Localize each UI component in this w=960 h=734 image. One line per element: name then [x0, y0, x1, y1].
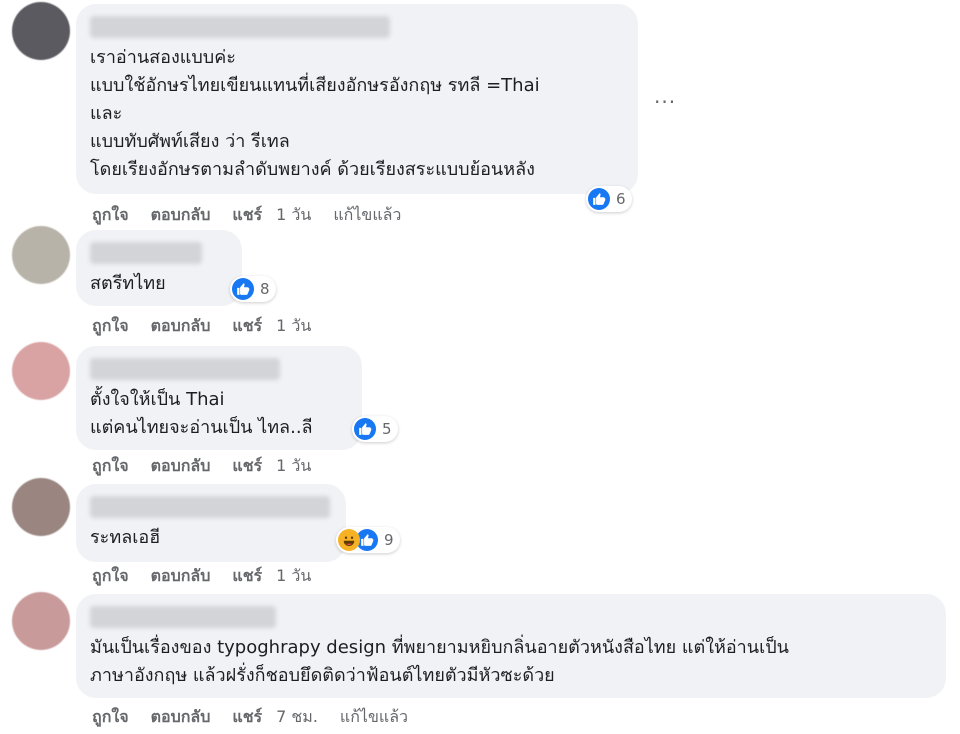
- commenter-name[interactable]: [90, 358, 280, 380]
- commenter-name[interactable]: [90, 606, 276, 628]
- edited-label: แก้ไขแล้ว: [333, 205, 402, 224]
- comment-bubble: เราอ่านสองแบบค่ะ แบบใช้อักษรไทยเขียนแทนท…: [76, 4, 638, 194]
- share-button[interactable]: แชร์: [232, 454, 262, 479]
- share-button[interactable]: แชร์: [232, 314, 262, 339]
- reaction-count: 9: [384, 531, 394, 549]
- comment-text-line: และ: [90, 103, 123, 124]
- commenter-name[interactable]: [90, 16, 390, 38]
- reaction-summary[interactable]: 5: [352, 416, 398, 442]
- reply-button[interactable]: ตอบกลับ: [151, 203, 211, 228]
- like-button[interactable]: ถูกใจ: [92, 564, 129, 589]
- comment-text-line: ภาษาอังกฤษ แล้วฝรั่งก็ชอบยึดติดว่าฟ้อนต์…: [90, 665, 555, 686]
- laughing-face-icon: [338, 529, 360, 551]
- timestamp[interactable]: 7 ชม.: [276, 705, 318, 730]
- share-button[interactable]: แชร์: [232, 705, 262, 730]
- edited-label: แก้ไขแล้ว: [339, 707, 408, 726]
- comment-actions: ถูกใจ ตอบกลับ แชร์ 1 วัน: [92, 454, 311, 479]
- thumbs-up-icon: [588, 188, 610, 210]
- comment-bubble: สตรีทไทย: [76, 230, 242, 306]
- like-button[interactable]: ถูกใจ: [92, 314, 129, 339]
- like-button[interactable]: ถูกใจ: [92, 203, 129, 228]
- comment-text-line: มันเป็นเรื่องของ typoghrapy design ที่พย…: [90, 637, 789, 658]
- reaction-summary[interactable]: 6: [586, 186, 632, 212]
- share-button[interactable]: แชร์: [232, 564, 262, 589]
- comment-actions: ถูกใจ ตอบกลับ แชร์ 1 วัน แก้ไขแล้ว: [92, 203, 401, 228]
- thumbs-up-icon: [232, 278, 254, 300]
- reaction-count: 8: [260, 280, 270, 298]
- comment-actions: ถูกใจ ตอบกลับ แชร์ 1 วัน: [92, 564, 311, 589]
- like-button[interactable]: ถูกใจ: [92, 705, 129, 730]
- comment-text-line: แบบทับศัพท์เสียง ว่า รีเทล: [90, 131, 290, 152]
- comment-bubble: ระทลเอฮี: [76, 484, 346, 562]
- reaction-count: 5: [382, 420, 392, 438]
- reply-button[interactable]: ตอบกลับ: [151, 564, 211, 589]
- commenter-name[interactable]: [90, 242, 202, 264]
- reply-button[interactable]: ตอบกลับ: [151, 314, 211, 339]
- timestamp[interactable]: 1 วัน: [276, 314, 311, 339]
- comment-text-line: เราอ่านสองแบบค่ะ: [90, 47, 236, 68]
- avatar[interactable]: [12, 592, 70, 650]
- comment-text-line: แต่คนไทยจะอ่านเป็น ไทล..ลี: [90, 417, 313, 438]
- reaction-summary[interactable]: 8: [230, 276, 276, 302]
- more-options-icon[interactable]: ···: [654, 92, 676, 112]
- comment-bubble: มันเป็นเรื่องของ typoghrapy design ที่พย…: [76, 594, 946, 698]
- comment-text-line: สตรีทไทย: [90, 273, 166, 294]
- avatar[interactable]: [12, 226, 70, 284]
- comment-actions: ถูกใจ ตอบกลับ แชร์ 7 ชม. แก้ไขแล้ว: [92, 705, 408, 730]
- reaction-count: 6: [616, 190, 626, 208]
- comment-text-line: แบบใช้อักษรไทยเขียนแทนที่เสียงอักษรอังกฤ…: [90, 75, 540, 96]
- reaction-summary[interactable]: 9: [336, 527, 400, 553]
- avatar[interactable]: [12, 342, 70, 400]
- avatar[interactable]: [12, 478, 70, 536]
- avatar[interactable]: [12, 2, 70, 60]
- comment-text-line: ระทลเอฮี: [90, 527, 161, 548]
- commenter-name[interactable]: [90, 496, 330, 518]
- timestamp[interactable]: 1 วัน: [276, 454, 311, 479]
- share-button[interactable]: แชร์: [232, 203, 262, 228]
- comment-bubble: ตั้งใจให้เป็น Thai แต่คนไทยจะอ่านเป็น ไท…: [76, 346, 362, 450]
- like-button[interactable]: ถูกใจ: [92, 454, 129, 479]
- timestamp[interactable]: 1 วัน: [276, 203, 311, 228]
- timestamp[interactable]: 1 วัน: [276, 564, 311, 589]
- thumbs-up-icon: [354, 418, 376, 440]
- comment-actions: ถูกใจ ตอบกลับ แชร์ 1 วัน: [92, 314, 311, 339]
- reply-button[interactable]: ตอบกลับ: [151, 705, 211, 730]
- reply-button[interactable]: ตอบกลับ: [151, 454, 211, 479]
- comment-text-line: ตั้งใจให้เป็น Thai: [90, 389, 225, 410]
- comment-text-line: โดยเรียงอักษรตามลำดับพยางค์ ด้วยเรียงสระ…: [90, 159, 535, 180]
